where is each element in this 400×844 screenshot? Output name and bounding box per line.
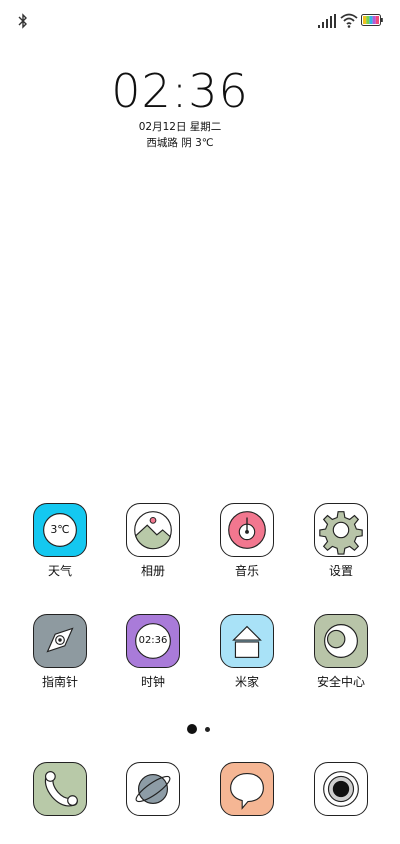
app-label: 时钟 xyxy=(140,675,165,689)
weather-icon-temp: 3℃ xyxy=(50,523,70,536)
app-label: 相册 xyxy=(140,564,165,578)
compass-icon xyxy=(33,614,87,668)
clock-weather: 西城路 阴 3℃ xyxy=(146,137,214,149)
app-weather[interactable]: 3℃ 天气 xyxy=(20,503,100,578)
app-music[interactable]: 音乐 xyxy=(207,503,287,578)
app-label: 设置 xyxy=(328,564,353,578)
app-settings[interactable]: 设置 xyxy=(301,503,381,578)
dock-phone[interactable] xyxy=(20,762,100,816)
app-label: 指南针 xyxy=(41,675,78,689)
clock-date: 02月12日 星期二 xyxy=(138,121,222,133)
app-clock[interactable]: 02:36 时钟 xyxy=(113,614,193,689)
app-mihome[interactable]: 米家 xyxy=(207,614,287,689)
clock-icon: 02:36 xyxy=(126,614,180,668)
app-label: 米家 xyxy=(234,675,259,689)
app-gallery[interactable]: 相册 xyxy=(113,503,193,578)
app-label: 音乐 xyxy=(234,564,259,578)
dock-browser[interactable] xyxy=(113,762,193,816)
gallery-icon xyxy=(126,503,180,557)
dock-messages[interactable] xyxy=(207,762,287,816)
home-icon xyxy=(220,614,274,668)
app-label: 天气 xyxy=(47,564,72,578)
clock-widget[interactable]: 02:36 02月12日 星期二 西城路 阴 3℃ xyxy=(0,66,360,151)
settings-icon xyxy=(314,503,368,557)
messages-icon xyxy=(220,762,274,816)
wifi-icon xyxy=(340,13,358,28)
dock-camera[interactable] xyxy=(301,762,381,816)
phone-icon xyxy=(33,762,87,816)
status-bar xyxy=(0,0,400,40)
clock-time: 02:36 xyxy=(111,64,249,118)
app-compass[interactable]: 指南针 xyxy=(20,614,100,689)
camera-icon xyxy=(314,762,368,816)
clock-icon-time: 02:36 xyxy=(138,635,168,646)
battery-icon xyxy=(361,14,383,26)
bluetooth-icon xyxy=(18,13,27,29)
page-indicator[interactable] xyxy=(0,723,400,737)
music-icon xyxy=(220,503,274,557)
weather-icon: 3℃ xyxy=(33,503,87,557)
page-dot-active xyxy=(187,724,197,734)
app-label: 安全中心 xyxy=(316,675,365,689)
browser-icon xyxy=(126,762,180,816)
signal-icon xyxy=(318,14,336,28)
page-dot xyxy=(205,727,210,732)
security-icon xyxy=(314,614,368,668)
app-security[interactable]: 安全中心 xyxy=(301,614,381,689)
